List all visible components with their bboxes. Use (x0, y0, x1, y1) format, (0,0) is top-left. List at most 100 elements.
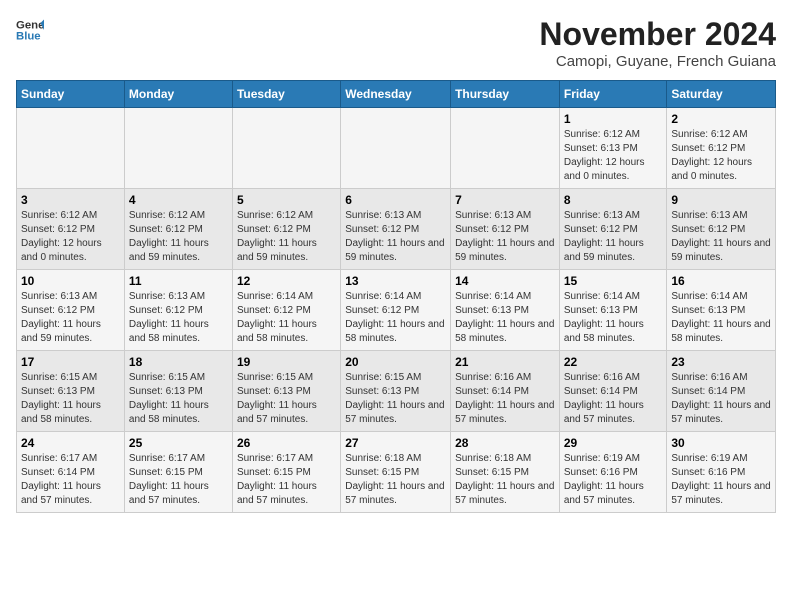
calendar-cell: 25 Sunrise: 6:17 AM Sunset: 6:15 PM Dayli… (124, 432, 232, 513)
day-number: 4 (129, 193, 228, 207)
day-number: 27 (345, 436, 446, 450)
calendar-week-row: 17 Sunrise: 6:15 AM Sunset: 6:13 PM Dayli… (17, 351, 776, 432)
day-number: 19 (237, 355, 336, 369)
svg-text:Blue: Blue (16, 31, 41, 43)
day-number: 8 (564, 193, 663, 207)
day-info: Sunrise: 6:14 AM Sunset: 6:13 PM Dayligh… (455, 290, 555, 346)
calendar-cell: 10Sunrise: 6:13 AM Sunset: 6:12 PM Dayli… (17, 270, 125, 351)
calendar-cell: 5 Sunrise: 6:12 AM Sunset: 6:12 PM Daylig… (232, 189, 340, 270)
calendar-cell: 2 Sunrise: 6:12 AM Sunset: 6:12 PM Daylig… (667, 108, 776, 189)
day-info: Sunrise: 6:15 AM Sunset: 6:13 PM Dayligh… (237, 371, 336, 427)
day-number: 29 (564, 436, 663, 450)
day-info: Sunrise: 6:12 AM Sunset: 6:12 PM Dayligh… (671, 128, 771, 184)
calendar-cell (341, 108, 451, 189)
calendar-week-row: 3Sunrise: 6:12 AM Sunset: 6:12 PM Daylig… (17, 189, 776, 270)
day-number: 7 (455, 193, 555, 207)
calendar-cell: 26 Sunrise: 6:17 AM Sunset: 6:15 PM Dayli… (232, 432, 340, 513)
calendar-cell: 14Sunrise: 6:14 AM Sunset: 6:13 PM Dayli… (451, 270, 560, 351)
day-info: Sunrise: 6:13 AM Sunset: 6:12 PM Dayligh… (671, 209, 771, 265)
day-number: 15 (564, 274, 663, 288)
day-info: Sunrise: 6:17 AM Sunset: 6:15 PM Dayligh… (129, 452, 228, 508)
calendar-table: SundayMondayTuesdayWednesdayThursdayFrid… (16, 80, 776, 513)
day-info: Sunrise: 6:13 AM Sunset: 6:12 PM Dayligh… (455, 209, 555, 265)
day-number: 24 (21, 436, 120, 450)
calendar-cell: 19 Sunrise: 6:15 AM Sunset: 6:13 PM Dayli… (232, 351, 340, 432)
calendar-cell: 3Sunrise: 6:12 AM Sunset: 6:12 PM Daylig… (17, 189, 125, 270)
calendar-cell: 27 Sunrise: 6:18 AM Sunset: 6:15 PM Dayli… (341, 432, 451, 513)
calendar-cell: 23 Sunrise: 6:16 AM Sunset: 6:14 PM Dayli… (667, 351, 776, 432)
calendar-cell: 4 Sunrise: 6:12 AM Sunset: 6:12 PM Daylig… (124, 189, 232, 270)
day-info: Sunrise: 6:17 AM Sunset: 6:14 PM Dayligh… (21, 452, 120, 508)
calendar-cell: 11 Sunrise: 6:13 AM Sunset: 6:12 PM Dayli… (124, 270, 232, 351)
month-year-title: November 2024 (539, 16, 776, 53)
day-info: Sunrise: 6:16 AM Sunset: 6:14 PM Dayligh… (671, 371, 771, 427)
calendar-week-row: 1 Sunrise: 6:12 AM Sunset: 6:13 PM Daylig… (17, 108, 776, 189)
calendar-header-row: SundayMondayTuesdayWednesdayThursdayFrid… (17, 81, 776, 108)
calendar-cell: 9 Sunrise: 6:13 AM Sunset: 6:12 PM Daylig… (667, 189, 776, 270)
day-info: Sunrise: 6:13 AM Sunset: 6:12 PM Dayligh… (345, 209, 446, 265)
day-number: 13 (345, 274, 446, 288)
day-info: Sunrise: 6:13 AM Sunset: 6:12 PM Dayligh… (129, 290, 228, 346)
calendar-cell (232, 108, 340, 189)
day-number: 20 (345, 355, 446, 369)
calendar-cell (17, 108, 125, 189)
day-info: Sunrise: 6:12 AM Sunset: 6:13 PM Dayligh… (564, 128, 663, 184)
day-info: Sunrise: 6:18 AM Sunset: 6:15 PM Dayligh… (455, 452, 555, 508)
day-number: 23 (671, 355, 771, 369)
page-header: General Blue November 2024 Camopi, Guyan… (16, 16, 776, 70)
weekday-header-tuesday: Tuesday (232, 81, 340, 108)
weekday-header-saturday: Saturday (667, 81, 776, 108)
calendar-cell: 1 Sunrise: 6:12 AM Sunset: 6:13 PM Daylig… (559, 108, 667, 189)
day-info: Sunrise: 6:14 AM Sunset: 6:13 PM Dayligh… (564, 290, 663, 346)
location-subtitle: Camopi, Guyane, French Guiana (539, 53, 776, 70)
day-number: 17 (21, 355, 120, 369)
day-info: Sunrise: 6:13 AM Sunset: 6:12 PM Dayligh… (21, 290, 120, 346)
day-info: Sunrise: 6:17 AM Sunset: 6:15 PM Dayligh… (237, 452, 336, 508)
day-number: 30 (671, 436, 771, 450)
calendar-cell: 8 Sunrise: 6:13 AM Sunset: 6:12 PM Daylig… (559, 189, 667, 270)
calendar-cell: 12Sunrise: 6:14 AM Sunset: 6:12 PM Dayli… (232, 270, 340, 351)
day-number: 9 (671, 193, 771, 207)
day-info: Sunrise: 6:13 AM Sunset: 6:12 PM Dayligh… (564, 209, 663, 265)
day-number: 21 (455, 355, 555, 369)
day-info: Sunrise: 6:16 AM Sunset: 6:14 PM Dayligh… (564, 371, 663, 427)
svg-text:General: General (16, 19, 44, 31)
day-info: Sunrise: 6:16 AM Sunset: 6:14 PM Dayligh… (455, 371, 555, 427)
day-number: 28 (455, 436, 555, 450)
calendar-cell: 30 Sunrise: 6:19 AM Sunset: 6:16 PM Dayli… (667, 432, 776, 513)
title-block: November 2024 Camopi, Guyane, French Gui… (539, 16, 776, 70)
day-number: 2 (671, 112, 771, 126)
day-info: Sunrise: 6:12 AM Sunset: 6:12 PM Dayligh… (21, 209, 120, 265)
calendar-cell: 21 Sunrise: 6:16 AM Sunset: 6:14 PM Dayli… (451, 351, 560, 432)
calendar-cell (124, 108, 232, 189)
calendar-cell: 16Sunrise: 6:14 AM Sunset: 6:13 PM Dayli… (667, 270, 776, 351)
calendar-cell: 17 Sunrise: 6:15 AM Sunset: 6:13 PM Dayli… (17, 351, 125, 432)
day-info: Sunrise: 6:19 AM Sunset: 6:16 PM Dayligh… (671, 452, 771, 508)
weekday-header-monday: Monday (124, 81, 232, 108)
day-number: 26 (237, 436, 336, 450)
calendar-week-row: 24 Sunrise: 6:17 AM Sunset: 6:14 PM Dayli… (17, 432, 776, 513)
day-info: Sunrise: 6:15 AM Sunset: 6:13 PM Dayligh… (21, 371, 120, 427)
calendar-cell: 7 Sunrise: 6:13 AM Sunset: 6:12 PM Daylig… (451, 189, 560, 270)
day-number: 11 (129, 274, 228, 288)
calendar-cell: 29Sunrise: 6:19 AM Sunset: 6:16 PM Dayli… (559, 432, 667, 513)
day-number: 1 (564, 112, 663, 126)
logo-icon: General Blue (16, 16, 44, 44)
day-info: Sunrise: 6:15 AM Sunset: 6:13 PM Dayligh… (129, 371, 228, 427)
day-info: Sunrise: 6:14 AM Sunset: 6:12 PM Dayligh… (345, 290, 446, 346)
calendar-cell: 24 Sunrise: 6:17 AM Sunset: 6:14 PM Dayli… (17, 432, 125, 513)
day-info: Sunrise: 6:18 AM Sunset: 6:15 PM Dayligh… (345, 452, 446, 508)
calendar-cell: 13 Sunrise: 6:14 AM Sunset: 6:12 PM Dayli… (341, 270, 451, 351)
day-info: Sunrise: 6:14 AM Sunset: 6:12 PM Dayligh… (237, 290, 336, 346)
day-info: Sunrise: 6:12 AM Sunset: 6:12 PM Dayligh… (129, 209, 228, 265)
day-info: Sunrise: 6:14 AM Sunset: 6:13 PM Dayligh… (671, 290, 771, 346)
day-number: 25 (129, 436, 228, 450)
day-info: Sunrise: 6:15 AM Sunset: 6:13 PM Dayligh… (345, 371, 446, 427)
calendar-cell: 6Sunrise: 6:13 AM Sunset: 6:12 PM Daylig… (341, 189, 451, 270)
calendar-cell (451, 108, 560, 189)
day-info: Sunrise: 6:12 AM Sunset: 6:12 PM Dayligh… (237, 209, 336, 265)
calendar-cell: 28 Sunrise: 6:18 AM Sunset: 6:15 PM Dayli… (451, 432, 560, 513)
day-number: 5 (237, 193, 336, 207)
weekday-header-sunday: Sunday (17, 81, 125, 108)
day-number: 18 (129, 355, 228, 369)
